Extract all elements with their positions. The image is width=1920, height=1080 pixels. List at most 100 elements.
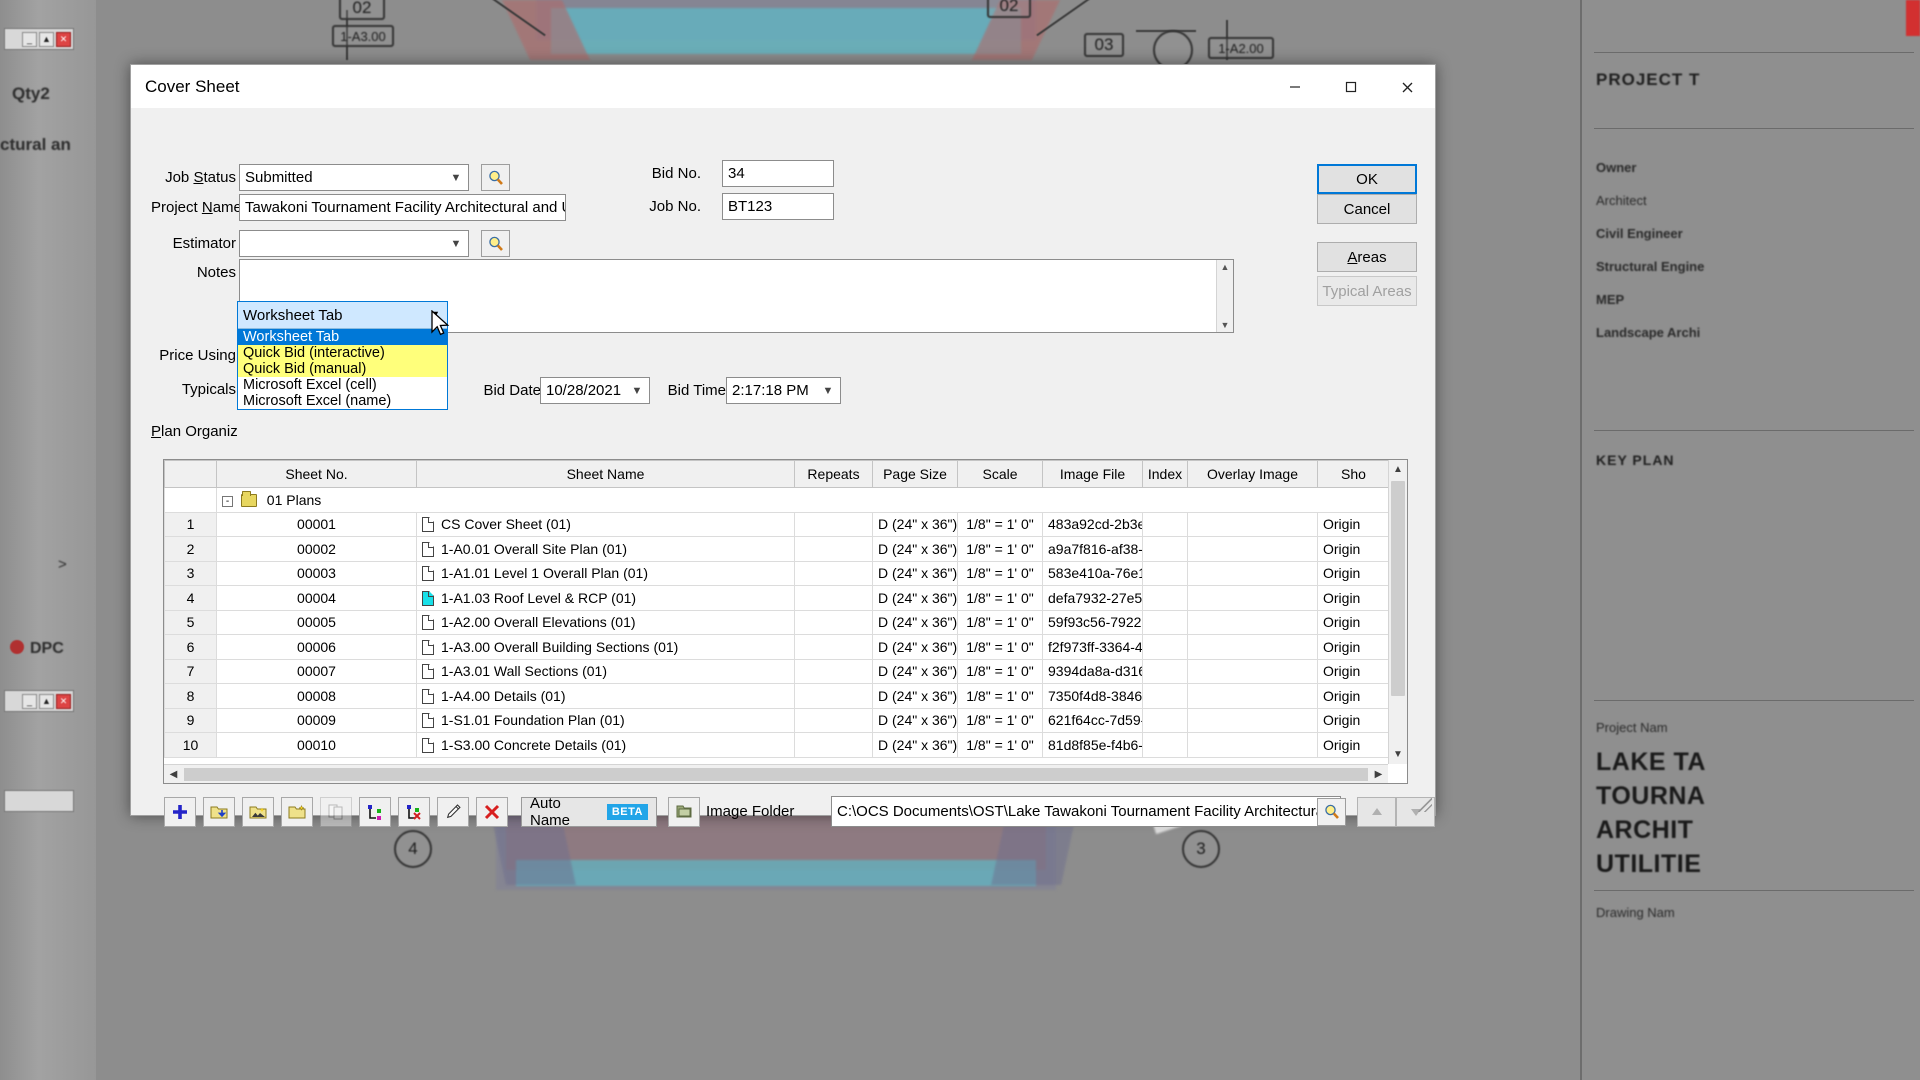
open-folder-button[interactable] xyxy=(203,797,235,827)
cell-page-size[interactable]: D (24" x 36") xyxy=(872,560,958,586)
cell-repeats[interactable] xyxy=(794,585,873,611)
row-number[interactable]: 1 xyxy=(164,511,217,537)
image-folder-search-button[interactable] xyxy=(1317,798,1346,826)
column-image-file[interactable]: Image File xyxy=(1042,460,1143,488)
cell-show[interactable]: Origin xyxy=(1317,683,1390,709)
maximize-icon[interactable] xyxy=(1323,65,1379,109)
cell-image-file[interactable]: f2f973ff-3364-492... xyxy=(1042,634,1143,660)
cell-sheet-name[interactable]: 1-A4.00 Details (01) xyxy=(416,683,795,709)
cell-sheet-name[interactable]: 1-A3.00 Overall Building Sections (01) xyxy=(416,634,795,660)
minimize-icon[interactable]: _ xyxy=(22,31,37,47)
close-icon[interactable]: ✕ xyxy=(56,693,71,709)
cell-image-file[interactable]: 9394da8a-d316-4... xyxy=(1042,658,1143,684)
cell-sheet-name[interactable]: 1-A3.01 Wall Sections (01) xyxy=(416,658,795,684)
cell-sheet-no[interactable]: 00009 xyxy=(216,707,417,733)
cell-sheet-name[interactable]: 1-S3.00 Concrete Details (01) xyxy=(416,732,795,758)
cell-repeats[interactable] xyxy=(794,683,873,709)
cell-page-size[interactable]: D (24" x 36") xyxy=(872,683,958,709)
job-status-lookup-button[interactable] xyxy=(481,164,510,191)
row-number[interactable]: 8 xyxy=(164,683,217,709)
cell-page-size[interactable]: D (24" x 36") xyxy=(872,732,958,758)
delete-button[interactable] xyxy=(476,797,508,827)
cell-repeats[interactable] xyxy=(794,609,873,635)
cell-overlay-image[interactable] xyxy=(1187,536,1318,562)
cell-index[interactable] xyxy=(1142,683,1188,709)
bid-time-picker[interactable]: 2:17:18 PM ▼ xyxy=(726,377,841,404)
cell-page-size[interactable]: D (24" x 36") xyxy=(872,707,958,733)
column-sheet-name[interactable]: Sheet Name xyxy=(416,460,795,488)
resize-grip[interactable] xyxy=(1418,798,1432,812)
cell-overlay-image[interactable] xyxy=(1187,634,1318,660)
cell-sheet-name[interactable]: 1-A0.01 Overall Site Plan (01) xyxy=(416,536,795,562)
cell-sheet-name[interactable]: 1-S1.01 Foundation Plan (01) xyxy=(416,707,795,733)
row-number[interactable]: 10 xyxy=(164,732,217,758)
cell-image-file[interactable]: 59f93c56-7922-4... xyxy=(1042,609,1143,635)
cell-overlay-image[interactable] xyxy=(1187,732,1318,758)
cell-scale[interactable]: 1/8" = 1' 0" xyxy=(957,536,1043,562)
cell-overlay-image[interactable] xyxy=(1187,560,1318,586)
cell-page-size[interactable]: D (24" x 36") xyxy=(872,585,958,611)
column-index[interactable]: Index xyxy=(1142,460,1188,488)
tree-add-button[interactable] xyxy=(359,797,391,827)
row-number[interactable]: 7 xyxy=(164,658,217,684)
cell-image-file[interactable]: 483a92cd-2b3e-4... xyxy=(1042,511,1143,537)
cell-index[interactable] xyxy=(1142,658,1188,684)
cell-repeats[interactable] xyxy=(794,658,873,684)
cell-repeats[interactable] xyxy=(794,707,873,733)
column-overlay-image[interactable]: Overlay Image xyxy=(1187,460,1318,488)
dropdown-option[interactable]: Quick Bid (manual) xyxy=(238,361,447,377)
table-row[interactable]: 1 00001 CS Cover Sheet (01) D (24" x 36") 1/… xyxy=(164,511,1390,537)
maximize-icon[interactable]: ▲ xyxy=(39,31,54,47)
cell-scale[interactable]: 1/8" = 1' 0" xyxy=(957,732,1043,758)
cell-sheet-name[interactable]: 1-A1.03 Roof Level & RCP (01) xyxy=(416,585,795,611)
bid-date-picker[interactable]: 10/28/2021 ▼ xyxy=(540,377,650,404)
cell-sheet-no[interactable]: 00002 xyxy=(216,536,417,562)
cell-overlay-image[interactable] xyxy=(1187,683,1318,709)
table-row[interactable]: 6 00006 1-A3.00 Overall Building Sections … xyxy=(164,634,1390,660)
cell-repeats[interactable] xyxy=(794,732,873,758)
column-repeats[interactable]: Repeats xyxy=(794,460,873,488)
tree-delete-button[interactable] xyxy=(398,797,430,827)
job-status-combo[interactable]: Submitted ▼ xyxy=(239,164,469,191)
maximize-icon[interactable]: ▲ xyxy=(39,693,54,709)
cell-show[interactable]: Origin xyxy=(1317,560,1390,586)
dropdown-option[interactable]: Quick Bid (interactive) xyxy=(238,345,447,361)
cell-scale[interactable]: 1/8" = 1' 0" xyxy=(957,707,1043,733)
cell-page-size[interactable]: D (24" x 36") xyxy=(872,511,958,537)
column-scale[interactable]: Scale xyxy=(957,460,1043,488)
edit-button[interactable] xyxy=(437,797,469,827)
row-number[interactable]: 9 xyxy=(164,707,217,733)
scrollbar-track[interactable] xyxy=(184,767,1368,781)
row-number[interactable]: 5 xyxy=(164,609,217,635)
table-row[interactable]: 8 00008 1-A4.00 Details (01) D (24" x 36") 1… xyxy=(164,683,1390,709)
arrow-up-icon[interactable]: ▲ xyxy=(1389,460,1407,479)
cell-page-size[interactable]: D (24" x 36") xyxy=(872,634,958,660)
cell-overlay-image[interactable] xyxy=(1187,609,1318,635)
add-sheet-button[interactable] xyxy=(164,797,196,827)
cell-show[interactable]: Origin xyxy=(1317,585,1390,611)
minimize-icon[interactable]: _ xyxy=(22,693,37,709)
cell-image-file[interactable]: 7350f4d8-3846-4... xyxy=(1042,683,1143,709)
cell-scale[interactable]: 1/8" = 1' 0" xyxy=(957,658,1043,684)
cancel-button[interactable]: Cancel xyxy=(1317,194,1417,224)
arrow-down-icon[interactable]: ▼ xyxy=(1221,320,1230,330)
cell-sheet-no[interactable]: 00001 xyxy=(216,511,417,537)
cell-show[interactable]: Origin xyxy=(1317,658,1390,684)
project-name-input[interactable]: Tawakoni Tournament Facility Architectur… xyxy=(239,194,566,221)
image-folder-button[interactable] xyxy=(242,797,274,827)
cell-sheet-no[interactable]: 00010 xyxy=(216,732,417,758)
price-using-dropdown[interactable]: Worksheet Tab ▼ Worksheet TabQuick Bid (… xyxy=(237,301,448,410)
cell-sheet-name[interactable]: 1-A1.01 Level 1 Overall Plan (01) xyxy=(416,560,795,586)
arrow-down-icon[interactable]: ▼ xyxy=(1389,745,1407,764)
cell-index[interactable] xyxy=(1142,560,1188,586)
dropdown-option[interactable]: Microsoft Excel (name) xyxy=(238,393,447,409)
group-row-label-cell[interactable]: - 01 Plans xyxy=(216,487,1390,513)
cell-repeats[interactable] xyxy=(794,560,873,586)
cell-sheet-no[interactable]: 00003 xyxy=(216,560,417,586)
table-row[interactable]: 10 00010 1-S3.00 Concrete Details (01) D (2… xyxy=(164,732,1390,758)
cell-index[interactable] xyxy=(1142,585,1188,611)
left-expand-chevron[interactable]: > xyxy=(58,556,67,573)
group-row[interactable]: - 01 Plans xyxy=(164,487,1390,513)
move-up-button[interactable] xyxy=(1357,797,1396,827)
cell-scale[interactable]: 1/8" = 1' 0" xyxy=(957,683,1043,709)
